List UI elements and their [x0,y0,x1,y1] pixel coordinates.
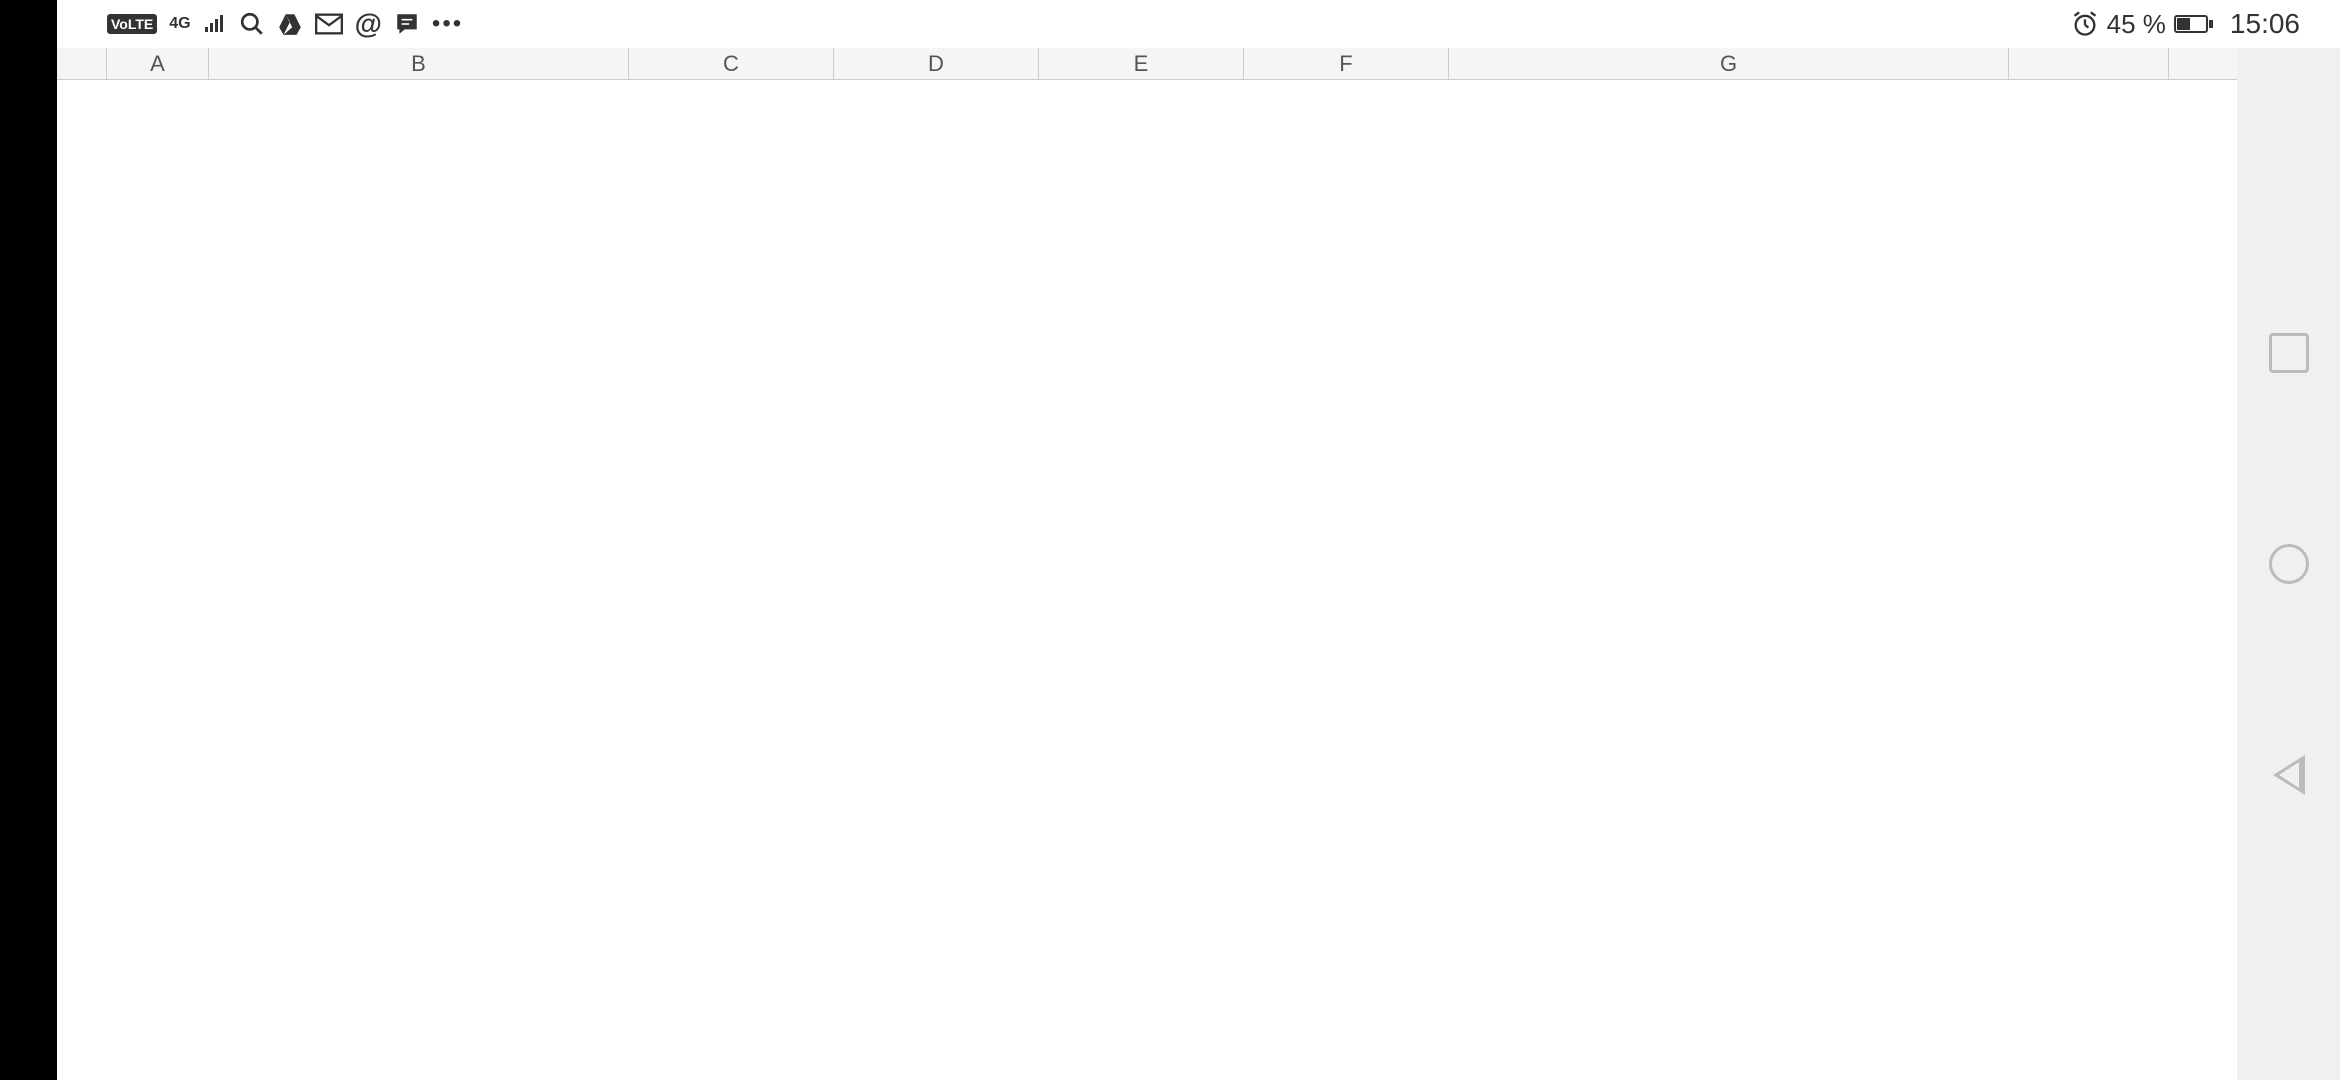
col-header-d[interactable]: D [834,48,1039,79]
at-icon[interactable]: @ [355,8,382,40]
recent-apps-button[interactable] [2269,333,2309,373]
col-header-f[interactable]: F [1244,48,1449,79]
column-headers: A B C D E F G [57,48,2237,80]
mail-icon[interactable] [315,13,343,35]
more-icon[interactable]: ••• [432,10,463,38]
col-header-a[interactable]: A [107,48,209,79]
col-header-e[interactable]: E [1039,48,1244,79]
alarm-icon [2071,10,2099,38]
signal-icon [203,14,227,34]
col-header-g[interactable]: G [1449,48,2009,79]
corner-cell[interactable] [57,48,107,79]
drive-icon[interactable] [277,12,303,36]
android-nav-bar [2237,48,2340,1080]
back-button[interactable] [2273,755,2305,795]
clock-time: 15:06 [2230,8,2300,40]
search-icon[interactable] [239,11,265,37]
col-header-extra[interactable] [2009,48,2169,79]
volte-icon: VoLTE [107,14,157,34]
battery-percent: 45 % [2107,9,2166,40]
status-bar: VoLTE 4G @ ••• 45 % 15:06 [57,0,2340,48]
spreadsheet-view[interactable]: A B C D E F G [57,48,2237,1080]
battery-icon [2174,14,2214,34]
col-header-b[interactable]: B [209,48,629,79]
col-header-c[interactable]: C [629,48,834,79]
camera-cutout-stripe [0,0,57,1080]
network-4g-icon: 4G [169,16,190,32]
chat-icon[interactable] [394,11,420,37]
home-button[interactable] [2269,544,2309,584]
